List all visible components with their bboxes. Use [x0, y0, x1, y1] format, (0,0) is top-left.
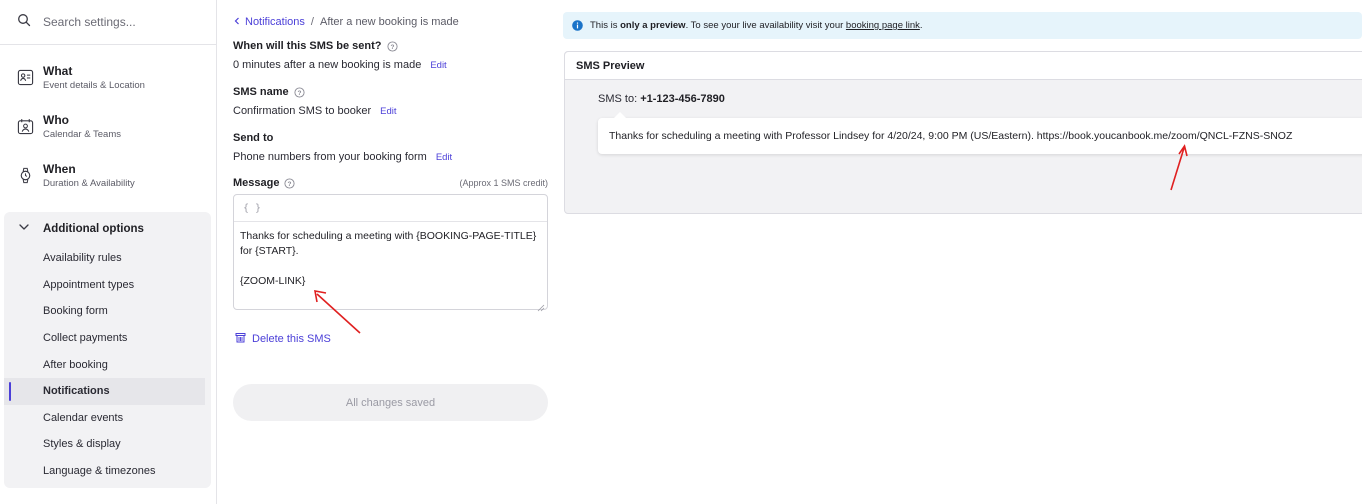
id-card-icon: [16, 69, 34, 87]
sidebar-item-styles-display[interactable]: Styles & display: [4, 431, 211, 458]
watch-icon: [16, 167, 34, 185]
notice-middle: . To see your live availability visit yo…: [685, 20, 846, 31]
when-sent-field: When will this SMS be sent? ? 0 minutes …: [233, 40, 548, 71]
preview-notice: This is only a preview. To see your live…: [563, 12, 1362, 39]
sms-preview-title: SMS Preview: [565, 52, 1362, 80]
delete-sms-label: Delete this SMS: [252, 333, 331, 345]
sidebar-item-title: Who: [43, 112, 69, 127]
svg-text:?: ?: [297, 90, 301, 97]
when-sent-value: 0 minutes after a new booking is made: [233, 59, 422, 71]
settings-sidebar: What Event details & Location Who Calend…: [0, 0, 217, 504]
sidebar-item-who[interactable]: Who Calendar & Teams: [0, 102, 216, 151]
sidebar-item-notifications[interactable]: Notifications: [4, 377, 205, 405]
notice-prefix: This is: [590, 20, 621, 31]
sidebar-item-booking-form[interactable]: Booking form: [4, 298, 211, 325]
additional-options-toggle[interactable]: Additional options: [4, 212, 211, 245]
search-input[interactable]: [43, 15, 193, 29]
sidebar-item-what[interactable]: What Event details & Location: [0, 53, 216, 102]
edit-name-link[interactable]: Edit: [380, 106, 396, 117]
sidebar-item-language-timezones[interactable]: Language & timezones: [4, 458, 211, 485]
sms-settings-form: Notifications / After a new booking is m…: [233, 0, 548, 421]
message-editor: { } Thanks for scheduling a meeting with…: [233, 194, 548, 312]
sidebar-item-availability-rules[interactable]: Availability rules: [4, 245, 211, 272]
breadcrumb-back-link[interactable]: Notifications: [233, 16, 305, 28]
search-bar: [0, 0, 216, 45]
sidebar-item-title: When: [43, 161, 76, 176]
sidebar-item-subtitle: Event details & Location: [43, 79, 145, 91]
sms-to-number: +1-123-456-7890: [640, 93, 725, 105]
sms-name-label: SMS name: [233, 86, 289, 98]
sidebar-item-subtitle: Calendar & Teams: [43, 128, 121, 140]
notice-suffix: .: [919, 20, 923, 31]
send-to-field: Send to Phone numbers from your booking …: [233, 132, 548, 163]
sidebar-item-calendar-events[interactable]: Calendar events: [4, 405, 211, 432]
svg-text:?: ?: [390, 44, 394, 51]
help-icon[interactable]: ?: [284, 177, 296, 189]
breadcrumb: Notifications / After a new booking is m…: [233, 16, 548, 28]
sidebar-item-subtitle: Duration & Availability: [43, 177, 135, 189]
sidebar-item-appointment-types[interactable]: Appointment types: [4, 272, 211, 299]
resize-handle-icon[interactable]: [537, 299, 545, 312]
message-textarea[interactable]: Thanks for scheduling a meeting with {BO…: [234, 222, 547, 296]
delete-sms-button[interactable]: Delete this SMS: [233, 332, 548, 346]
additional-options-panel: Additional options Availability rules Ap…: [4, 212, 211, 488]
save-status-button[interactable]: All changes saved: [233, 384, 548, 421]
sms-name-field: SMS name ? Confirmation SMS to booker Ed…: [233, 86, 548, 117]
sms-preview-panel: SMS Preview SMS to: +1-123-456-7890 Than…: [564, 51, 1362, 214]
sms-credit-note: (Approx 1 SMS credit): [459, 178, 548, 188]
sms-name-value: Confirmation SMS to booker: [233, 105, 372, 117]
when-sent-label: When will this SMS be sent?: [233, 40, 382, 52]
insert-variable-button[interactable]: { }: [234, 195, 547, 222]
breadcrumb-current: After a new booking is made: [319, 16, 459, 28]
search-icon: [17, 13, 31, 32]
help-icon[interactable]: ?: [294, 86, 305, 98]
additional-options-label: Additional options: [43, 222, 144, 235]
breadcrumb-parent: Notifications: [245, 16, 305, 28]
sms-to-label: SMS to:: [598, 93, 638, 105]
chevron-left-icon: [233, 16, 245, 28]
sms-recipient: SMS to: +1-123-456-7890: [598, 93, 725, 105]
send-to-value: Phone numbers from your booking form: [233, 151, 427, 163]
sidebar-item-when[interactable]: When Duration & Availability: [0, 151, 216, 200]
sms-message-bubble: Thanks for scheduling a meeting with Pro…: [598, 112, 1362, 154]
calendar-person-icon: [16, 118, 34, 136]
breadcrumb-separator: /: [310, 16, 314, 28]
sidebar-item-collect-payments[interactable]: Collect payments: [4, 325, 211, 352]
trash-icon: [233, 332, 252, 346]
edit-when-link[interactable]: Edit: [430, 60, 446, 71]
booking-page-link[interactable]: booking page link: [846, 20, 920, 31]
message-header: Message ? (Approx 1 SMS credit): [233, 177, 548, 189]
notice-bold: only a preview: [620, 20, 686, 31]
sidebar-item-after-booking[interactable]: After booking: [4, 351, 211, 378]
message-label: Message: [233, 177, 280, 189]
info-icon: [572, 20, 583, 31]
help-icon[interactable]: ?: [386, 40, 398, 52]
send-to-label: Send to: [233, 132, 274, 144]
sidebar-item-title: What: [43, 63, 73, 78]
edit-send-to-link[interactable]: Edit: [436, 152, 452, 163]
chevron-down-icon: [18, 221, 30, 236]
svg-text:?: ?: [288, 181, 292, 188]
